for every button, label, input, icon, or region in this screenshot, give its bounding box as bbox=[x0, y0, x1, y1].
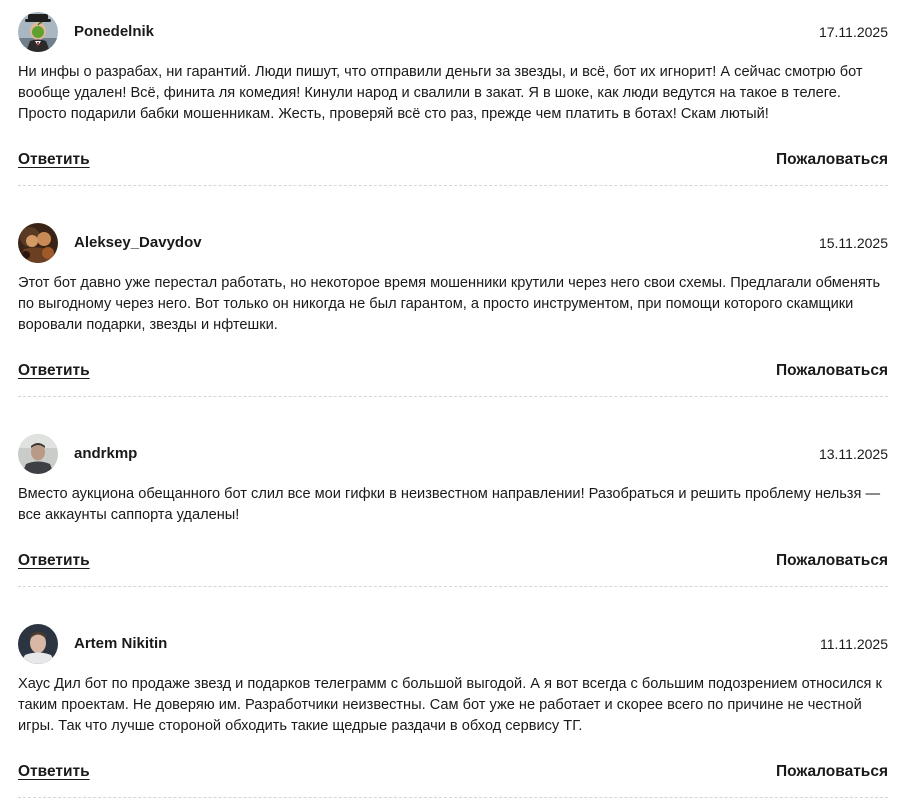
comment-text: Ни инфы о разрабах, ни гарантий. Люди пи… bbox=[18, 64, 863, 122]
comment-actions: Ответить Пожаловаться bbox=[18, 551, 888, 575]
comment-header: andrkmp 13.11.2025 bbox=[18, 434, 888, 474]
comment-actions: Ответить Пожаловаться bbox=[18, 150, 888, 174]
author-name: Ponedelnik bbox=[74, 23, 155, 40]
comment-actions: Ответить Пожаловаться bbox=[18, 762, 888, 786]
avatar[interactable] bbox=[18, 434, 58, 474]
report-button[interactable]: Пожаловаться bbox=[776, 551, 888, 571]
author-name: andrkmp bbox=[74, 445, 138, 462]
reply-button[interactable]: Ответить bbox=[18, 551, 90, 571]
reply-button[interactable]: Ответить bbox=[18, 361, 90, 381]
report-button[interactable]: Пожаловаться bbox=[776, 150, 888, 170]
comment-date: 15.11.2025 bbox=[818, 235, 888, 251]
author-name: Artem Nikitin bbox=[74, 635, 168, 652]
comment-header: Aleksey_Davydov 15.11.2025 bbox=[18, 223, 888, 263]
comment-item: Artem Nikitin 11.11.2025 Хаус Дил бот по… bbox=[18, 624, 888, 798]
divider bbox=[18, 586, 888, 587]
comments-list: Ponedelnik 17.11.2025 Ни инфы о разрабах… bbox=[0, 0, 898, 801]
report-button[interactable]: Пожаловаться bbox=[776, 361, 888, 381]
comment-date: 17.11.2025 bbox=[818, 24, 888, 40]
painting-portrait-avatar-icon bbox=[18, 223, 58, 263]
reply-button[interactable]: Ответить bbox=[18, 762, 90, 782]
comment-date: 13.11.2025 bbox=[818, 446, 888, 462]
comment-item: Ponedelnik 17.11.2025 Ни инфы о разрабах… bbox=[18, 12, 888, 186]
avatar[interactable] bbox=[18, 12, 58, 52]
divider bbox=[18, 185, 888, 186]
green-apple-face-avatar-icon bbox=[18, 12, 58, 52]
report-button[interactable]: Пожаловаться bbox=[776, 762, 888, 782]
avatar[interactable] bbox=[18, 223, 58, 263]
comment-header: Artem Nikitin 11.11.2025 bbox=[18, 624, 888, 664]
comment-header: Ponedelnik 17.11.2025 bbox=[18, 12, 888, 52]
divider bbox=[18, 797, 888, 798]
divider bbox=[18, 396, 888, 397]
comment-item: Aleksey_Davydov 15.11.2025 Этот бот давн… bbox=[18, 223, 888, 397]
comment-text: Этот бот давно уже перестал работать, но… bbox=[18, 275, 881, 333]
comment-item: andrkmp 13.11.2025 Вместо аукциона обеща… bbox=[18, 434, 888, 587]
comment-actions: Ответить Пожаловаться bbox=[18, 361, 888, 385]
comment-text: Хаус Дил бот по продаже звезд и подарков… bbox=[18, 676, 882, 734]
author-name: Aleksey_Davydov bbox=[74, 234, 202, 251]
avatar[interactable] bbox=[18, 624, 58, 664]
person-photo-avatar-icon bbox=[18, 624, 58, 664]
person-photo-avatar-icon bbox=[18, 434, 58, 474]
comment-text: Вместо аукциона обещанного бот слил все … bbox=[18, 486, 881, 523]
reply-button[interactable]: Ответить bbox=[18, 150, 90, 170]
comment-date: 11.11.2025 bbox=[820, 636, 888, 652]
